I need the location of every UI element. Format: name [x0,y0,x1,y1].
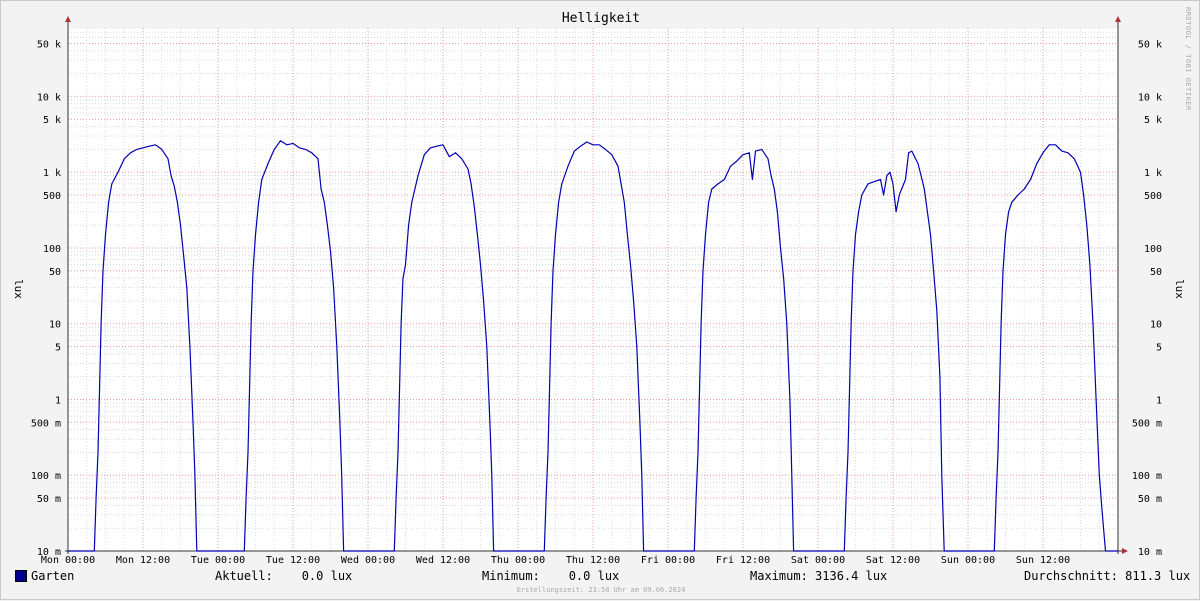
y-tick-label-right: 1 [1156,395,1162,406]
y-tick-label-right: 5 [1156,343,1162,354]
y-tick-label-right: 50 [1150,267,1162,278]
x-tick-label: Thu 12:00 [566,555,620,566]
legend-minimum: Minimum: 0.0 lux [482,569,620,583]
y-tick-label-left: 5 k [43,115,61,126]
x-tick-label: Wed 12:00 [416,555,470,566]
y-tick-label-left: 1 k [43,168,61,179]
y-tick-label-left: 100 [43,244,61,255]
legend-series-name: Garten [31,569,75,583]
y-tick-label-right: 50 k [1138,39,1162,50]
x-tick-label: Thu 00:00 [491,555,545,566]
y-tick-label-right: 500 m [1132,418,1162,429]
x-tick-label: Sat 12:00 [866,555,920,566]
y-tick-label-right: 5 k [1144,115,1162,126]
y-tick-label-left: 500 m [31,418,61,429]
y-tick-label-right: 10 m [1138,547,1162,558]
legend-current: Aktuell: 0.0 lux [215,569,353,583]
y-tick-label-left: 5 [55,343,61,354]
y-tick-label-right: 1 k [1144,168,1162,179]
y-axis-arrow-right [1115,16,1121,22]
y-tick-label-left: 10 k [37,92,61,103]
y-tick-label-left: 50 [49,267,61,278]
y-tick-label-left: 50 k [37,39,61,50]
y-tick-label-right: 50 m [1138,494,1162,505]
x-tick-label: Sun 00:00 [941,555,995,566]
legend: Garten Aktuell: 0.0 lux Minimum: 0.0 lux… [1,569,1200,585]
y-tick-label-left: 500 [43,191,61,202]
y-tick-label-left: 10 [49,320,61,331]
y-tick-label-left: 50 m [37,494,61,505]
y-tick-label-left: 1 [55,395,61,406]
x-tick-label: Fri 12:00 [716,555,770,566]
x-tick-label: Mon 12:00 [116,555,170,566]
x-axis-arrow [1122,548,1128,554]
x-tick-label: Wed 00:00 [341,555,395,566]
x-tick-label: Sun 12:00 [1016,555,1070,566]
y-tick-label-right: 500 [1144,191,1162,202]
y-tick-label-right: 100 m [1132,471,1162,482]
x-tick-label: Sat 00:00 [791,555,845,566]
y-tick-label-right: 10 [1150,320,1162,331]
y-tick-label-right: 10 k [1138,92,1162,103]
footer-timestamp: Erstellungszeit: 23:58 Uhr am 09.06.2024 [516,586,686,594]
y-axis-arrow-left [65,16,71,22]
y-axis-label-left: lux [12,279,25,299]
x-tick-label: Fri 00:00 [641,555,695,566]
legend-maximum: Maximum: 3136.4 lux [750,569,888,583]
x-tick-label: Tue 12:00 [266,555,320,566]
chart-svg: 50 k 50 k 10 k 10 k 5 k 5 k 1 k 1 k 500 500 100 100… [12,16,1186,566]
legend-average: Durchschnitt: 811.3 lux [1024,569,1191,583]
rrd-graph-frame: Helligkeit RRDTOOL / TOBI OETIKER 50 k 50… [0,0,1200,600]
y-axis-label-right: lux [1173,279,1186,299]
x-tick-label: Tue 00:00 [191,555,245,566]
legend-swatch [15,570,27,582]
x-tick-label: Mon 00:00 [41,555,95,566]
y-tick-label-right: 100 [1144,244,1162,255]
y-tick-label-left: 100 m [31,471,61,482]
